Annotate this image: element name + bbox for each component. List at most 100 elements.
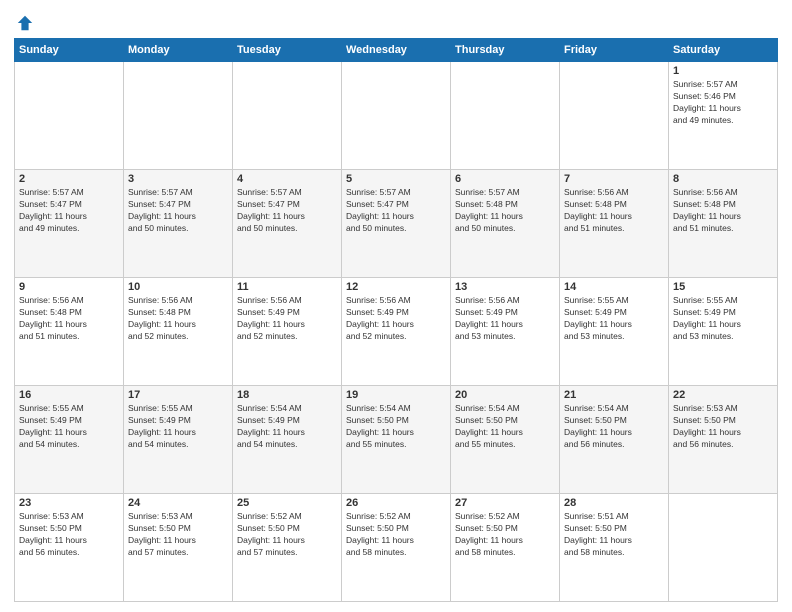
day-info: Sunrise: 5:54 AM Sunset: 5:50 PM Dayligh… [455, 403, 555, 451]
day-number: 6 [455, 173, 555, 185]
day-info: Sunrise: 5:53 AM Sunset: 5:50 PM Dayligh… [128, 511, 228, 559]
day-number: 7 [564, 173, 664, 185]
calendar-cell-2-1: 10 Sunrise: 5:56 AM Sunset: 5:48 PM Dayli… [124, 278, 233, 386]
calendar-cell-1-4: 6 Sunrise: 5:57 AM Sunset: 5:48 PM Daylig… [451, 170, 560, 278]
calendar-cell-4-5: 28 Sunrise: 5:51 AM Sunset: 5:50 PM Dayli… [560, 494, 669, 602]
calendar-cell-3-6: 22 Sunrise: 5:53 AM Sunset: 5:50 PM Dayli… [669, 386, 778, 494]
calendar-header-wednesday: Wednesday [342, 39, 451, 62]
calendar-header-friday: Friday [560, 39, 669, 62]
day-info: Sunrise: 5:56 AM Sunset: 5:48 PM Dayligh… [564, 187, 664, 235]
day-number: 17 [128, 389, 228, 401]
day-number: 28 [564, 497, 664, 509]
day-info: Sunrise: 5:55 AM Sunset: 5:49 PM Dayligh… [128, 403, 228, 451]
day-info: Sunrise: 5:56 AM Sunset: 5:49 PM Dayligh… [237, 295, 337, 343]
day-number: 5 [346, 173, 446, 185]
calendar-week-3: 16Sunrise: 5:55 AM Sunset: 5:49 PM Dayli… [15, 386, 778, 494]
day-info: Sunrise: 5:54 AM Sunset: 5:50 PM Dayligh… [346, 403, 446, 451]
day-number: 22 [673, 389, 773, 401]
day-info: Sunrise: 5:55 AM Sunset: 5:49 PM Dayligh… [673, 295, 773, 343]
day-number: 9 [19, 281, 119, 293]
calendar-cell-2-0: 9 Sunrise: 5:56 AM Sunset: 5:48 PM Daylig… [15, 278, 124, 386]
calendar-header-sunday: Sunday [15, 39, 124, 62]
day-info: Sunrise: 5:51 AM Sunset: 5:50 PM Dayligh… [564, 511, 664, 559]
day-info: Sunrise: 5:57 AM Sunset: 5:47 PM Dayligh… [128, 187, 228, 235]
header [14, 10, 778, 32]
day-number: 10 [128, 281, 228, 293]
day-number: 11 [237, 281, 337, 293]
day-info: Sunrise: 5:56 AM Sunset: 5:48 PM Dayligh… [19, 295, 119, 343]
day-number: 24 [128, 497, 228, 509]
day-number: 19 [346, 389, 446, 401]
calendar-cell-0-0 [15, 62, 124, 170]
calendar-cell-0-5 [560, 62, 669, 170]
calendar-cell-1-5: 7 Sunrise: 5:56 AM Sunset: 5:48 PM Daylig… [560, 170, 669, 278]
calendar-cell-4-0: 23 Sunrise: 5:53 AM Sunset: 5:50 PM Dayli… [15, 494, 124, 602]
day-info: Sunrise: 5:56 AM Sunset: 5:48 PM Dayligh… [673, 187, 773, 235]
day-number: 8 [673, 173, 773, 185]
calendar-cell-3-3: 19 Sunrise: 5:54 AM Sunset: 5:50 PM Dayli… [342, 386, 451, 494]
day-info: Sunrise: 5:52 AM Sunset: 5:50 PM Dayligh… [237, 511, 337, 559]
day-number: 1 [673, 65, 773, 77]
calendar-cell-2-4: 13 Sunrise: 5:56 AM Sunset: 5:49 PM Dayli… [451, 278, 560, 386]
calendar-table: SundayMondayTuesdayWednesdayThursdayFrid… [14, 38, 778, 602]
calendar-cell-2-6: 15Sunrise: 5:55 AM Sunset: 5:49 PM Dayli… [669, 278, 778, 386]
calendar-week-1: 2 Sunrise: 5:57 AM Sunset: 5:47 PM Daylig… [15, 170, 778, 278]
calendar-cell-1-6: 8 Sunrise: 5:56 AM Sunset: 5:48 PM Daylig… [669, 170, 778, 278]
day-number: 13 [455, 281, 555, 293]
calendar-cell-3-5: 21Sunrise: 5:54 AM Sunset: 5:50 PM Dayli… [560, 386, 669, 494]
calendar-cell-2-2: 11 Sunrise: 5:56 AM Sunset: 5:49 PM Dayli… [233, 278, 342, 386]
day-info: Sunrise: 5:55 AM Sunset: 5:49 PM Dayligh… [564, 295, 664, 343]
calendar-cell-1-3: 5 Sunrise: 5:57 AM Sunset: 5:47 PM Daylig… [342, 170, 451, 278]
day-info: Sunrise: 5:53 AM Sunset: 5:50 PM Dayligh… [673, 403, 773, 451]
day-number: 12 [346, 281, 446, 293]
day-info: Sunrise: 5:53 AM Sunset: 5:50 PM Dayligh… [19, 511, 119, 559]
calendar-cell-2-3: 12Sunrise: 5:56 AM Sunset: 5:49 PM Dayli… [342, 278, 451, 386]
day-number: 4 [237, 173, 337, 185]
calendar-cell-0-6: 1Sunrise: 5:57 AM Sunset: 5:46 PM Daylig… [669, 62, 778, 170]
day-number: 23 [19, 497, 119, 509]
calendar-cell-0-2 [233, 62, 342, 170]
calendar-cell-4-4: 27 Sunrise: 5:52 AM Sunset: 5:50 PM Dayli… [451, 494, 560, 602]
day-number: 2 [19, 173, 119, 185]
day-info: Sunrise: 5:57 AM Sunset: 5:48 PM Dayligh… [455, 187, 555, 235]
day-number: 18 [237, 389, 337, 401]
day-info: Sunrise: 5:52 AM Sunset: 5:50 PM Dayligh… [346, 511, 446, 559]
day-number: 20 [455, 389, 555, 401]
calendar-cell-3-2: 18 Sunrise: 5:54 AM Sunset: 5:49 PM Dayli… [233, 386, 342, 494]
day-number: 26 [346, 497, 446, 509]
calendar-cell-0-4 [451, 62, 560, 170]
calendar-cell-1-2: 4 Sunrise: 5:57 AM Sunset: 5:47 PM Daylig… [233, 170, 342, 278]
calendar-cell-3-1: 17 Sunrise: 5:55 AM Sunset: 5:49 PM Dayli… [124, 386, 233, 494]
calendar-cell-4-2: 25 Sunrise: 5:52 AM Sunset: 5:50 PM Dayli… [233, 494, 342, 602]
calendar-cell-1-0: 2 Sunrise: 5:57 AM Sunset: 5:47 PM Daylig… [15, 170, 124, 278]
logo-icon [16, 14, 34, 32]
calendar-header-thursday: Thursday [451, 39, 560, 62]
day-info: Sunrise: 5:54 AM Sunset: 5:49 PM Dayligh… [237, 403, 337, 451]
calendar-cell-4-6 [669, 494, 778, 602]
day-info: Sunrise: 5:56 AM Sunset: 5:48 PM Dayligh… [128, 295, 228, 343]
day-number: 3 [128, 173, 228, 185]
day-info: Sunrise: 5:57 AM Sunset: 5:47 PM Dayligh… [346, 187, 446, 235]
calendar-header-tuesday: Tuesday [233, 39, 342, 62]
calendar-cell-1-1: 3 Sunrise: 5:57 AM Sunset: 5:47 PM Daylig… [124, 170, 233, 278]
calendar-cell-4-3: 26 Sunrise: 5:52 AM Sunset: 5:50 PM Dayli… [342, 494, 451, 602]
calendar-cell-0-3 [342, 62, 451, 170]
day-number: 27 [455, 497, 555, 509]
day-number: 25 [237, 497, 337, 509]
day-info: Sunrise: 5:56 AM Sunset: 5:49 PM Dayligh… [455, 295, 555, 343]
day-info: Sunrise: 5:57 AM Sunset: 5:47 PM Dayligh… [237, 187, 337, 235]
calendar-week-2: 9 Sunrise: 5:56 AM Sunset: 5:48 PM Daylig… [15, 278, 778, 386]
day-info: Sunrise: 5:55 AM Sunset: 5:49 PM Dayligh… [19, 403, 119, 451]
day-info: Sunrise: 5:52 AM Sunset: 5:50 PM Dayligh… [455, 511, 555, 559]
calendar-cell-2-5: 14Sunrise: 5:55 AM Sunset: 5:49 PM Dayli… [560, 278, 669, 386]
calendar-cell-0-1 [124, 62, 233, 170]
calendar-cell-4-1: 24 Sunrise: 5:53 AM Sunset: 5:50 PM Dayli… [124, 494, 233, 602]
day-number: 21 [564, 389, 664, 401]
calendar-header-monday: Monday [124, 39, 233, 62]
calendar-header-saturday: Saturday [669, 39, 778, 62]
calendar-cell-3-0: 16Sunrise: 5:55 AM Sunset: 5:49 PM Dayli… [15, 386, 124, 494]
calendar-header-row: SundayMondayTuesdayWednesdayThursdayFrid… [15, 39, 778, 62]
day-info: Sunrise: 5:57 AM Sunset: 5:47 PM Dayligh… [19, 187, 119, 235]
calendar-week-0: 1Sunrise: 5:57 AM Sunset: 5:46 PM Daylig… [15, 62, 778, 170]
calendar-week-4: 23 Sunrise: 5:53 AM Sunset: 5:50 PM Dayli… [15, 494, 778, 602]
